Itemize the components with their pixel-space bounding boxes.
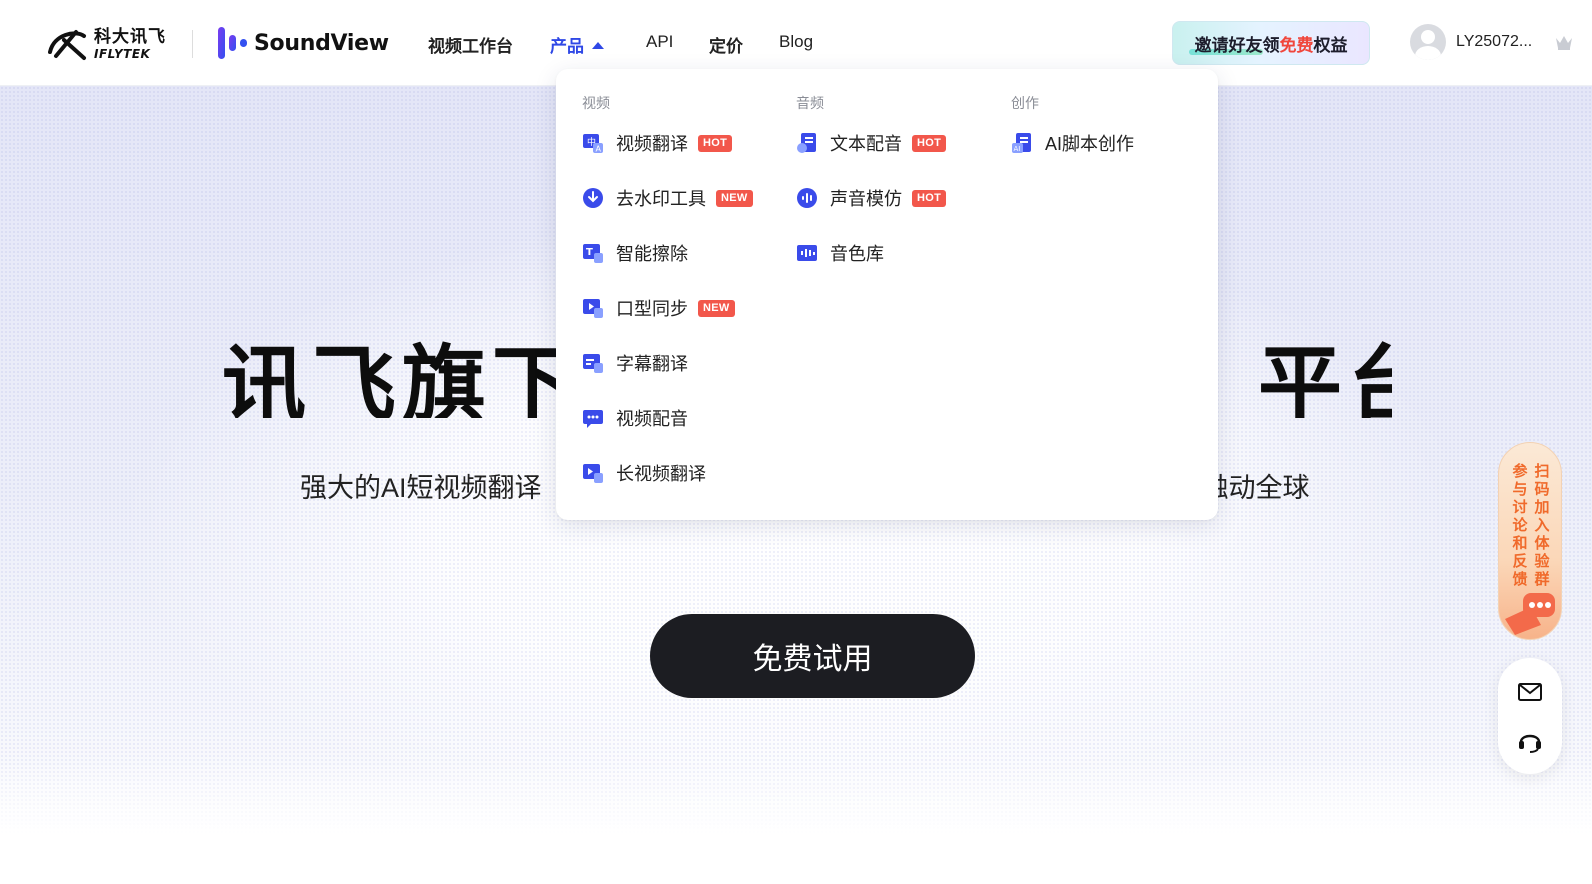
menu-item-smart-erase[interactable]: T 智能擦除: [582, 238, 688, 268]
new-badge: NEW: [716, 189, 753, 207]
promo-char: 扫: [1534, 463, 1550, 480]
invite-text-3: 免费: [1279, 35, 1314, 55]
invite-text-1: 邀请好友: [1194, 35, 1263, 55]
logo-divider: [192, 30, 193, 58]
hot-badge: HOT: [912, 189, 947, 207]
promo-char: 论: [1512, 517, 1528, 534]
new-badge: NEW: [698, 299, 735, 317]
promo-char: 码: [1534, 481, 1550, 498]
svg-text:AI: AI: [1014, 145, 1021, 153]
promo-char: 参: [1512, 463, 1528, 480]
promo-char: 入: [1534, 517, 1550, 534]
promo-char: 和: [1512, 535, 1528, 552]
column-heading: 音频: [796, 95, 824, 111]
join-group-promo[interactable]: 扫码加入体验群 参与讨论和反馈: [1498, 442, 1562, 640]
nav-products[interactable]: 产品: [550, 32, 604, 57]
invite-text-4: 权益: [1313, 35, 1348, 55]
crown-icon[interactable]: [1554, 33, 1574, 51]
lip-sync-icon: [583, 299, 603, 318]
hero-subtitle-left: 强大的AI短视频翻译: [300, 473, 542, 503]
ai-script-icon: AI: [1012, 133, 1031, 153]
menu-item-label: 文本配音: [830, 134, 902, 154]
menu-item-label: 去水印工具: [616, 189, 706, 209]
nav-products-label: 产品: [550, 37, 584, 56]
menu-item-subtitle-translate[interactable]: 字幕翻译: [582, 348, 688, 378]
user-menu[interactable]: LY25072...: [1410, 24, 1532, 60]
long-video-translate-icon: [583, 464, 603, 483]
menu-item-label: 视频翻译: [616, 134, 688, 154]
menu-item-label: 音色库: [830, 244, 884, 264]
menu-item-label: 声音模仿: [830, 189, 902, 209]
brand-en: IFLYTEK: [94, 46, 151, 61]
promo-text-2: 参与讨论和反馈: [1512, 463, 1528, 589]
menu-item-label: 口型同步: [616, 299, 688, 319]
iflytek-logo[interactable]: 科大讯飞 IFLYTEK: [46, 26, 174, 62]
voice-clone-icon: [797, 188, 817, 208]
username: LY25072...: [1456, 33, 1533, 50]
soundview-mark-icon: [218, 27, 247, 59]
brand-cn: 科大讯飞: [94, 26, 166, 47]
free-trial-button[interactable]: 免费试用: [650, 614, 975, 698]
column-heading: 视频: [582, 95, 610, 111]
promo-char: 验: [1534, 553, 1550, 570]
video-translate-icon: 中A: [583, 134, 603, 154]
iflytek-mark-icon: [48, 30, 86, 60]
menu-item-video-dubbing[interactable]: 视频配音: [582, 403, 688, 433]
menu-item-label: 字幕翻译: [616, 354, 688, 374]
nav-api[interactable]: API: [646, 32, 673, 52]
svg-text:A: A: [596, 145, 602, 154]
hero-title-right: 平台: [1258, 336, 1392, 418]
menu-item-video-translate[interactable]: 中A 视频翻译 HOT: [582, 128, 733, 158]
voice-library-icon: [797, 245, 817, 261]
menu-item-voice-clone[interactable]: 声音模仿 HOT: [796, 183, 947, 213]
menu-item-label: 长视频翻译: [616, 464, 706, 484]
menu-item-label: AI脚本创作: [1045, 134, 1135, 154]
nav-blog[interactable]: Blog: [779, 32, 813, 52]
column-heading: 创作: [1011, 95, 1039, 111]
invite-text-2: 领: [1262, 35, 1280, 55]
avatar: [1410, 24, 1446, 60]
menu-item-lip-sync[interactable]: 口型同步 NEW: [582, 293, 735, 323]
menu-item-ai-script[interactable]: AI AI脚本创作: [1011, 128, 1134, 158]
menu-item-label: 智能擦除: [616, 244, 688, 264]
smart-erase-icon: T: [583, 244, 603, 263]
floating-toolbar: [1498, 658, 1562, 774]
caret-up-icon: [592, 42, 604, 49]
hero-fade: [0, 760, 1592, 884]
promo-text-1: 扫码加入体验群: [1534, 463, 1550, 589]
products-dropdown: 视频 中A 视频翻译 HOT 去水印工具 NEW T 智能擦除 口型同步 NEW…: [556, 69, 1218, 520]
text-dubbing-icon: [797, 133, 816, 153]
chat-bubble-icon: [1505, 593, 1555, 635]
promo-char: 体: [1534, 535, 1550, 552]
video-dubbing-icon: [583, 410, 603, 428]
menu-item-label: 视频配音: [616, 409, 688, 429]
svg-text:T: T: [586, 247, 593, 258]
hot-badge: HOT: [698, 134, 733, 152]
menu-item-watermark-remove[interactable]: 去水印工具 NEW: [582, 183, 753, 213]
promo-char: 反: [1512, 553, 1528, 570]
promo-char: 群: [1534, 571, 1550, 588]
promo-char: 馈: [1512, 571, 1528, 588]
hero-title-left: 讯飞旗下: [222, 336, 583, 418]
menu-item-long-video-translate[interactable]: 长视频翻译: [582, 458, 706, 488]
customer-service-icon[interactable]: [1516, 726, 1544, 754]
mail-icon[interactable]: [1516, 678, 1544, 706]
soundview-logo[interactable]: SoundView: [216, 26, 389, 60]
promo-char: 加: [1534, 499, 1550, 516]
promo-char: 讨: [1512, 499, 1528, 516]
hot-badge: HOT: [912, 134, 947, 152]
menu-item-text-dubbing[interactable]: 文本配音 HOT: [796, 128, 947, 158]
product-name: SoundView: [254, 30, 389, 56]
menu-item-voice-library[interactable]: 音色库: [796, 238, 884, 268]
subtitle-translate-icon: [583, 354, 603, 373]
watermark-remove-icon: [583, 188, 603, 208]
promo-char: 与: [1512, 481, 1528, 498]
nav-workbench[interactable]: 视频工作台: [428, 32, 513, 57]
nav-pricing[interactable]: 定价: [709, 32, 743, 57]
invite-friends-button[interactable]: 邀请好友领免费权益: [1172, 21, 1370, 65]
